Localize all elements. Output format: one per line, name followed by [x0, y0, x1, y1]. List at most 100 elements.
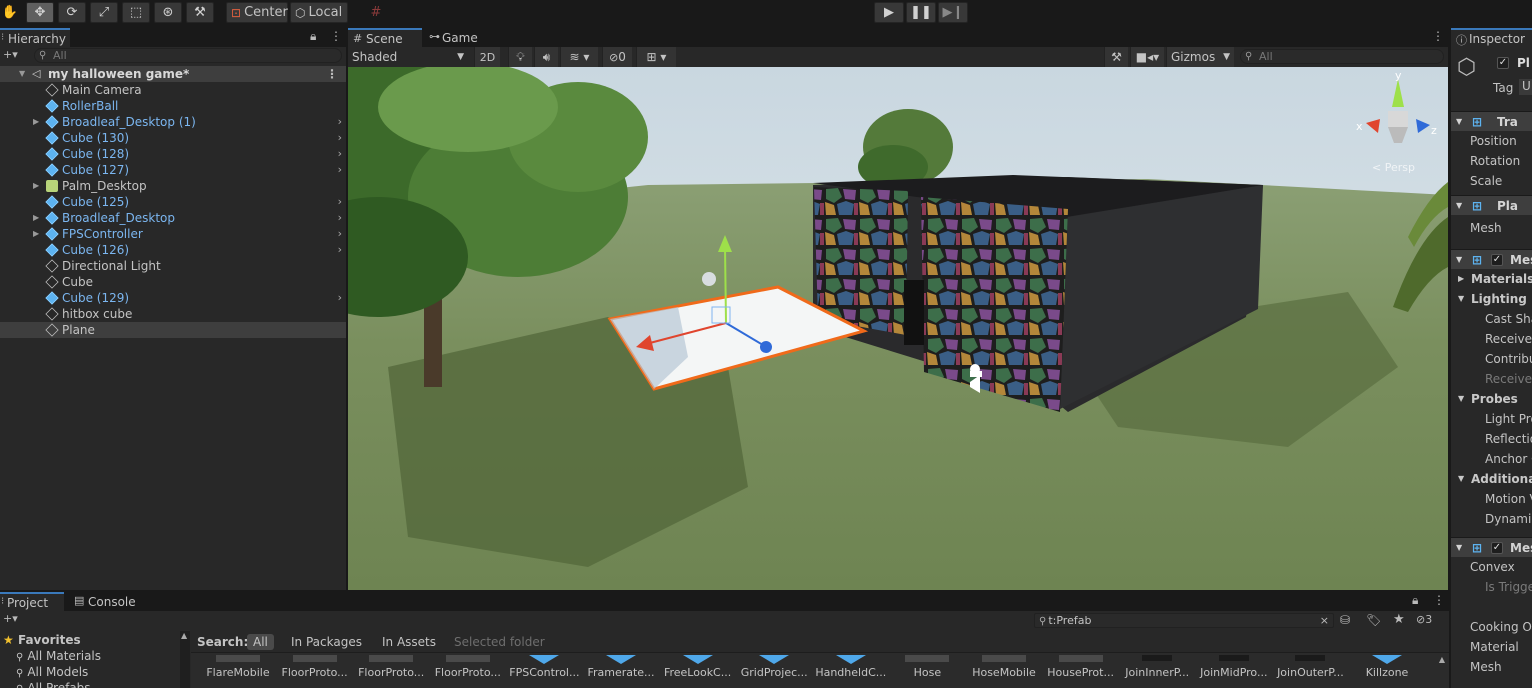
hidden-packages-toggle[interactable]: ⊘3: [1416, 613, 1432, 626]
inspector-property[interactable]: Position: [1451, 131, 1532, 151]
search-by-label-icon[interactable]: 🏷︎: [1366, 613, 1381, 627]
asset-item[interactable]: FloorProto...: [278, 653, 352, 688]
hierarchy-item[interactable]: hitbox cube: [0, 306, 346, 322]
asset-item[interactable]: HouseProt...: [1044, 653, 1118, 688]
scene-menu-icon[interactable]: ⋮: [326, 66, 338, 82]
inspector-property[interactable]: Reflectio: [1451, 429, 1532, 449]
asset-item[interactable]: FPSControl...: [507, 653, 581, 688]
scene-tools-button[interactable]: ⚒: [1104, 47, 1128, 67]
component-header[interactable]: ▼ ⊞ Tra: [1451, 111, 1532, 131]
draw-mode-dropdown[interactable]: Shaded ▼: [348, 47, 468, 67]
open-prefab-chevron-icon[interactable]: ›: [338, 162, 342, 178]
asset-item[interactable]: JoinOuterP...: [1273, 653, 1347, 688]
project-kebab-icon[interactable]: ⋮: [1433, 593, 1445, 607]
hidden-objects-toggle[interactable]: ⊘ 0: [602, 47, 632, 67]
fold-closed-icon[interactable]: ▶: [1458, 274, 1464, 283]
project-search-input[interactable]: ⚲ t:Prefab ×: [1034, 613, 1334, 628]
inspector-property[interactable]: ▼ Lighting: [1451, 289, 1532, 309]
tab-scene[interactable]: # Scene: [348, 28, 422, 47]
asset-item[interactable]: JoinInnerP...: [1120, 653, 1194, 688]
scene-search-input[interactable]: ⚲ All: [1240, 49, 1444, 64]
inspector-property[interactable]: Cast Sha: [1451, 309, 1532, 329]
inspector-property[interactable]: Dynamic: [1451, 509, 1532, 529]
open-prefab-chevron-icon[interactable]: ›: [338, 290, 342, 306]
step-button[interactable]: ▶❙: [938, 2, 968, 23]
component-enabled-checkbox[interactable]: ✓: [1491, 542, 1503, 554]
assets-scroll-up-icon[interactable]: ▲: [1439, 655, 1445, 664]
open-prefab-chevron-icon[interactable]: ›: [338, 146, 342, 162]
lighting-toggle-button[interactable]: 💡︎: [508, 47, 532, 67]
lock-icon[interactable]: 🔒︎: [310, 29, 316, 44]
clear-search-icon[interactable]: ×: [1320, 614, 1329, 627]
hierarchy-item[interactable]: Cube (126) ›: [0, 242, 346, 258]
search-scope-1[interactable]: In Packages: [285, 634, 368, 650]
audio-toggle-button[interactable]: 🔊︎: [534, 47, 558, 67]
inspector-property[interactable]: Receive: [1451, 329, 1532, 349]
fold-closed-icon[interactable]: ▶: [33, 114, 39, 130]
scene-render[interactable]: y x z < Persp: [348, 67, 1448, 590]
create-dropdown-icon[interactable]: +▾: [3, 612, 18, 625]
inspector-property[interactable]: ▼ Additional: [1451, 469, 1532, 489]
open-prefab-chevron-icon[interactable]: ›: [338, 194, 342, 210]
hierarchy-item[interactable]: Cube: [0, 274, 346, 290]
open-prefab-chevron-icon[interactable]: ›: [338, 210, 342, 226]
hand-tool-button[interactable]: ✋: [0, 2, 20, 23]
fold-open-icon[interactable]: ▼: [1456, 543, 1462, 552]
hierarchy-item[interactable]: Cube (128) ›: [0, 146, 346, 162]
toggle-2d-button[interactable]: 2D: [474, 47, 500, 67]
asset-item[interactable]: JoinMidPro...: [1197, 653, 1271, 688]
move-tool-button[interactable]: ✥: [26, 2, 54, 23]
asset-item[interactable]: Hose: [890, 653, 964, 688]
scene-kebab-icon[interactable]: ⋮: [1432, 29, 1444, 43]
inspector-property[interactable]: Mesh: [1451, 657, 1532, 677]
save-search-star-icon[interactable]: ★: [1393, 612, 1405, 627]
component-header[interactable]: ▼ ⊞ ✓ Mes: [1451, 537, 1532, 557]
favorite-item[interactable]: ⚲ All Prefabs: [0, 680, 91, 688]
hierarchy-item[interactable]: ▶ Palm_Desktop: [0, 178, 346, 194]
pivot-toggle-button[interactable]: ⊡ Center: [226, 2, 288, 23]
fold-open-icon[interactable]: ▼: [1456, 255, 1462, 264]
scene-viewport[interactable]: y x z < Persp: [348, 67, 1448, 590]
hierarchy-item[interactable]: Cube (125) ›: [0, 194, 346, 210]
asset-item[interactable]: FloorProto...: [354, 653, 428, 688]
scene-row[interactable]: ▼ ◁ my halloween game* ⋮: [0, 66, 346, 82]
asset-item[interactable]: FreeLookC...: [661, 653, 735, 688]
fold-closed-icon[interactable]: ▶: [33, 210, 39, 226]
open-prefab-chevron-icon[interactable]: ›: [338, 114, 342, 130]
fold-closed-icon[interactable]: ▶: [33, 178, 39, 194]
asset-item[interactable]: Framerate...: [584, 653, 658, 688]
tab-game[interactable]: ⊶ Game: [424, 28, 494, 47]
lock-icon[interactable]: 🔒︎: [1412, 593, 1418, 608]
fold-closed-icon[interactable]: ▼: [1458, 474, 1464, 483]
component-header[interactable]: ▼ ⊞ Pla: [1451, 195, 1532, 215]
asset-item[interactable]: Killzone: [1350, 653, 1424, 688]
fold-closed-icon[interactable]: ▶: [33, 226, 39, 242]
fold-closed-icon[interactable]: ▼: [1458, 394, 1464, 403]
inspector-property[interactable]: Convex: [1451, 557, 1532, 577]
scroll-up-icon[interactable]: ▲: [181, 631, 187, 640]
favorite-item[interactable]: ⚲ All Materials: [0, 648, 101, 664]
asset-item[interactable]: FloorProto...: [431, 653, 505, 688]
search-by-type-icon[interactable]: ⛁: [1340, 613, 1350, 627]
hierarchy-item[interactable]: ▶ Broadleaf_Desktop ›: [0, 210, 346, 226]
inspector-property[interactable]: ▶ Materials: [1451, 269, 1532, 289]
fold-open-icon[interactable]: ▼: [1456, 201, 1462, 210]
tab-console[interactable]: ▤ Console: [68, 592, 144, 611]
hierarchy-item[interactable]: Directional Light: [0, 258, 346, 274]
inspector-property[interactable]: Mesh: [1451, 218, 1532, 238]
add-dropdown-icon[interactable]: +▾: [3, 48, 18, 61]
grid-snap-button[interactable]: #: [362, 2, 390, 23]
favorites-header[interactable]: ★ Favorites: [0, 632, 81, 648]
inspector-property[interactable]: Receive: [1451, 369, 1532, 389]
scale-tool-button[interactable]: ⤢: [90, 2, 118, 23]
rect-tool-button[interactable]: ⬚: [122, 2, 150, 23]
camera-dropdown[interactable]: ■◂▾: [1130, 47, 1164, 67]
pause-button[interactable]: ❚❚: [906, 2, 936, 23]
inspector-property[interactable]: Material: [1451, 637, 1532, 657]
object-name-field[interactable]: Pl: [1517, 56, 1530, 70]
hierarchy-item[interactable]: ▶ FPSController ›: [0, 226, 346, 242]
inspector-property[interactable]: Cooking Op: [1451, 617, 1532, 637]
fold-open-icon[interactable]: ▼: [19, 66, 25, 82]
inspector-property[interactable]: Motion V: [1451, 489, 1532, 509]
component-enabled-checkbox[interactable]: ✓: [1491, 254, 1503, 266]
